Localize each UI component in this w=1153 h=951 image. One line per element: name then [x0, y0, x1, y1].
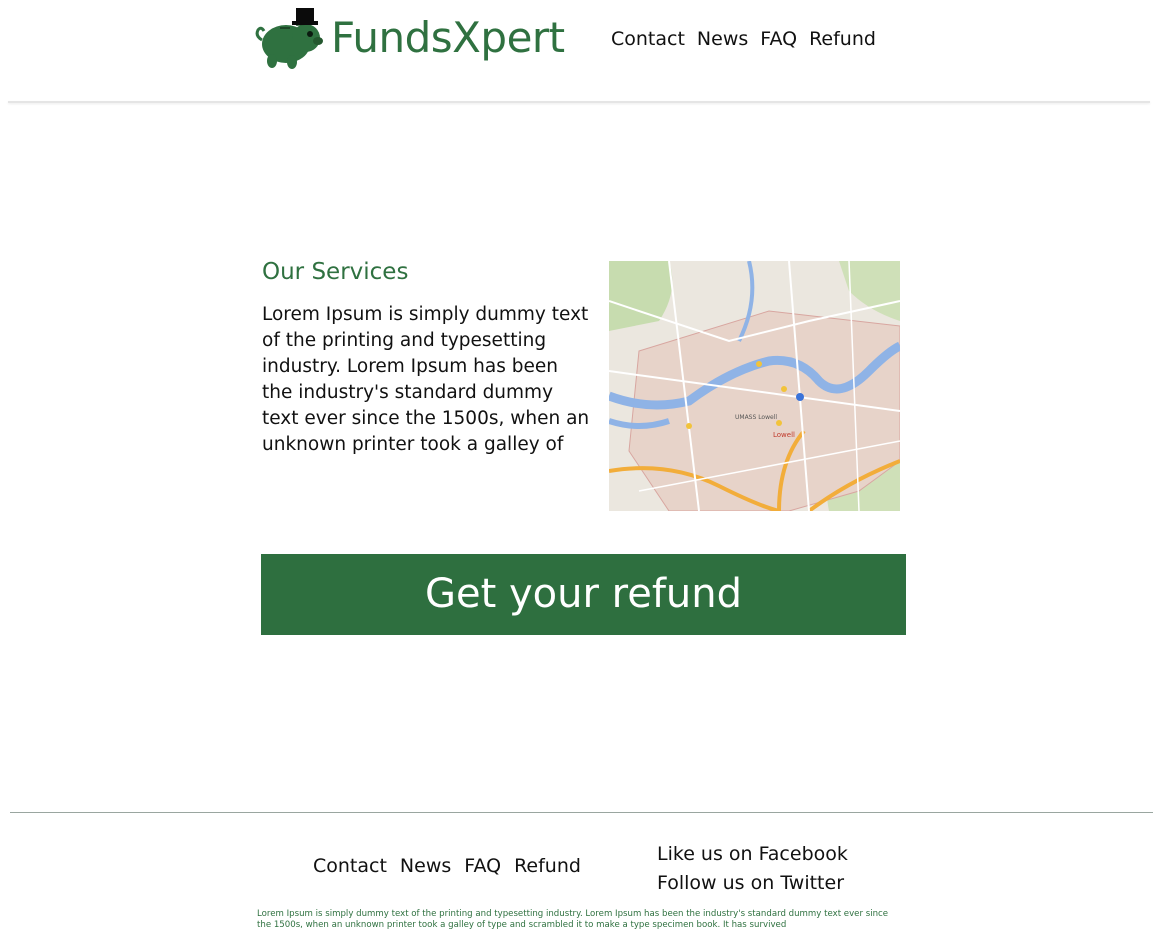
map-city-label: Lowell: [773, 431, 795, 439]
header-divider: [8, 101, 1150, 103]
footer-nav-news-link[interactable]: News: [400, 853, 451, 879]
footer-nav-faq-link[interactable]: FAQ: [464, 853, 501, 879]
site-header: FundsXpert Contact News FAQ Refund: [0, 0, 1153, 104]
twitter-link[interactable]: Follow us on Twitter: [657, 869, 848, 898]
footer-divider: [10, 812, 1153, 813]
map-icon: UMASS Lowell Lowell: [609, 261, 900, 511]
services-heading: Our Services: [262, 259, 409, 285]
services-description: Lorem Ipsum is simply dummy text of the …: [262, 304, 590, 455]
footer-nav-contact-link[interactable]: Contact: [313, 853, 387, 879]
footer-nav-refund-link[interactable]: Refund: [514, 853, 581, 879]
brand-name[interactable]: FundsXpert: [331, 12, 565, 64]
nav-faq-link[interactable]: FAQ: [760, 26, 797, 52]
footer-description: Lorem Ipsum is simply dummy text of the …: [257, 909, 889, 930]
social-links: Like us on Facebook Follow us on Twitter: [657, 840, 848, 898]
header-nav: Contact News FAQ Refund: [611, 26, 888, 52]
map-place-label: UMASS Lowell: [735, 414, 777, 421]
nav-contact-link[interactable]: Contact: [611, 26, 685, 52]
map-image[interactable]: UMASS Lowell Lowell: [609, 261, 900, 511]
nav-refund-link[interactable]: Refund: [809, 26, 876, 52]
nav-news-link[interactable]: News: [697, 26, 748, 52]
footer-nav: Contact News FAQ Refund: [313, 853, 594, 879]
facebook-link[interactable]: Like us on Facebook: [657, 840, 848, 869]
get-refund-button[interactable]: Get your refund: [261, 554, 906, 635]
pig-with-top-hat-icon[interactable]: [252, 6, 324, 70]
